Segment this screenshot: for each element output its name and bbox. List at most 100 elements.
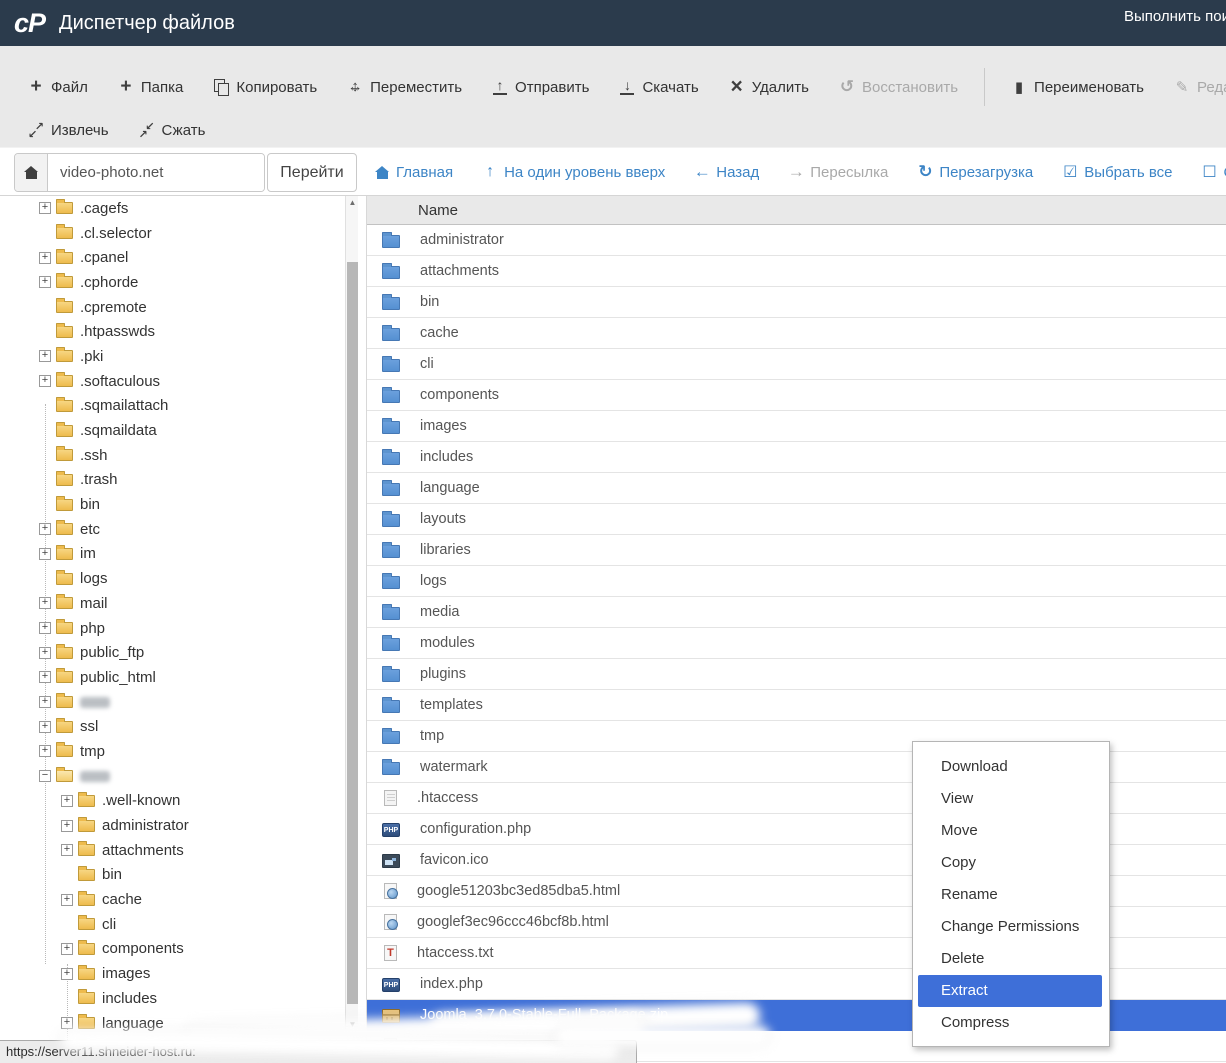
tree-item-mail[interactable]: + mail xyxy=(0,591,345,616)
file-row-bin[interactable]: bin xyxy=(367,287,1226,318)
toolbar-button-сжать[interactable]: Сжать xyxy=(139,122,206,139)
menu-item-extract[interactable]: Extract xyxy=(918,975,1102,1007)
expand-icon[interactable]: + xyxy=(61,820,73,832)
tree-item-.well-known[interactable]: + .well-known xyxy=(0,789,345,814)
expand-icon[interactable]: + xyxy=(39,671,51,683)
tree-item-.cphorde[interactable]: + .cphorde xyxy=(0,270,345,295)
tree-item-redacted-open[interactable]: − xyxy=(0,764,345,789)
tree-item-attachments[interactable]: + attachments xyxy=(0,838,345,863)
toolbar-button-переименовать[interactable]: Переименовать xyxy=(984,68,1144,106)
search-link[interactable]: Выполнить пои xyxy=(1124,8,1226,25)
tree-item-redacted[interactable]: + xyxy=(0,690,345,715)
tree-item-.cl.selector[interactable]: .cl.selector xyxy=(0,221,345,246)
expand-icon[interactable]: + xyxy=(39,647,51,659)
menu-item-download[interactable]: Download xyxy=(913,751,1109,783)
nav-link-с[interactable]: С xyxy=(1202,164,1226,181)
expand-icon[interactable]: + xyxy=(61,1017,73,1029)
file-row-components[interactable]: components xyxy=(367,380,1226,411)
file-row-layouts[interactable]: layouts xyxy=(367,504,1226,535)
menu-item-compress[interactable]: Compress xyxy=(913,1007,1109,1039)
toolbar-button-папка[interactable]: Папка xyxy=(118,79,183,96)
nav-link-пересылка[interactable]: Пересылка xyxy=(788,164,888,181)
toolbar-button-редактиро[interactable]: Редактиро xyxy=(1174,79,1226,96)
tree-item-tmp[interactable]: + tmp xyxy=(0,739,345,764)
file-row-logs[interactable]: logs xyxy=(367,566,1226,597)
tree-item-cache[interactable]: + cache xyxy=(0,887,345,912)
home-path-button[interactable] xyxy=(15,154,48,191)
expand-icon[interactable]: + xyxy=(61,943,73,955)
tree-item-.cpanel[interactable]: + .cpanel xyxy=(0,245,345,270)
tree-item-.trash[interactable]: .trash xyxy=(0,468,345,493)
tree-item-logs[interactable]: logs xyxy=(0,566,345,591)
expand-icon[interactable]: + xyxy=(39,622,51,634)
nav-link-на-один-уровень-вверх[interactable]: На один уровень вверх xyxy=(482,164,665,181)
toolbar-button-восстановить[interactable]: Восстановить xyxy=(839,79,958,96)
expand-icon[interactable]: + xyxy=(39,696,51,708)
file-row-cache[interactable]: cache xyxy=(367,318,1226,349)
nav-link-главная[interactable]: Главная xyxy=(375,164,453,181)
tree-item-etc[interactable]: + etc xyxy=(0,517,345,542)
tree-item-im[interactable]: + im xyxy=(0,542,345,567)
file-row-media[interactable]: media xyxy=(367,597,1226,628)
nav-link-перезагрузка[interactable]: Перезагрузка xyxy=(917,164,1033,181)
go-button[interactable]: Перейти xyxy=(267,153,357,192)
tree-item-.softaculous[interactable]: + .softaculous xyxy=(0,369,345,394)
tree-item-.sqmailattach[interactable]: .sqmailattach xyxy=(0,394,345,419)
tree-item-.htpasswds[interactable]: .htpasswds xyxy=(0,319,345,344)
tree-item-bin[interactable]: bin xyxy=(0,492,345,517)
menu-item-change-permissions[interactable]: Change Permissions xyxy=(913,911,1109,943)
expand-icon[interactable]: + xyxy=(39,375,51,387)
menu-item-move[interactable]: Move xyxy=(913,815,1109,847)
file-row-plugins[interactable]: plugins xyxy=(367,659,1226,690)
file-row-includes[interactable]: includes xyxy=(367,442,1226,473)
tree-item-bin[interactable]: bin xyxy=(0,863,345,888)
tree-item-.ssh[interactable]: .ssh xyxy=(0,443,345,468)
menu-item-delete[interactable]: Delete xyxy=(913,943,1109,975)
tree-item-components[interactable]: + components xyxy=(0,937,345,962)
tree-item-administrator[interactable]: + administrator xyxy=(0,813,345,838)
tree-item-.pki[interactable]: + .pki xyxy=(0,344,345,369)
tree-item-.sqmaildata[interactable]: .sqmaildata xyxy=(0,418,345,443)
menu-item-copy[interactable]: Copy xyxy=(913,847,1109,879)
menu-item-rename[interactable]: Rename xyxy=(913,879,1109,911)
tree-item-cli[interactable]: cli xyxy=(0,912,345,937)
toolbar-button-извлечь[interactable]: Извлечь xyxy=(28,122,109,139)
toolbar-button-удалить[interactable]: Удалить xyxy=(729,79,809,96)
toolbar-button-отправить[interactable]: Отправить xyxy=(492,79,589,96)
file-row-cli[interactable]: cli xyxy=(367,349,1226,380)
tree-item-.cpremote[interactable]: .cpremote xyxy=(0,295,345,320)
file-row-libraries[interactable]: libraries xyxy=(367,535,1226,566)
path-input[interactable] xyxy=(48,154,264,191)
toolbar-button-копировать[interactable]: Копировать xyxy=(213,79,317,96)
tree-item-public-ftp[interactable]: + public_ftp xyxy=(0,640,345,665)
expand-icon[interactable]: + xyxy=(39,721,51,733)
nav-link-выбрать-все[interactable]: Выбрать все xyxy=(1062,164,1172,181)
tree-item-images[interactable]: + images xyxy=(0,961,345,986)
expand-icon[interactable]: + xyxy=(61,795,73,807)
expand-icon[interactable]: + xyxy=(39,276,51,288)
expand-icon[interactable]: + xyxy=(39,350,51,362)
expand-icon[interactable]: + xyxy=(39,548,51,560)
file-row-language[interactable]: language xyxy=(367,473,1226,504)
tree-item-php[interactable]: + php xyxy=(0,616,345,641)
tree-item-includes[interactable]: includes xyxy=(0,986,345,1011)
scroll-up-icon[interactable]: ▲ xyxy=(346,196,359,210)
tree-item-.cagefs[interactable]: + .cagefs xyxy=(0,196,345,221)
nav-link-назад[interactable]: Назад xyxy=(694,164,759,181)
expand-icon[interactable]: + xyxy=(39,202,51,214)
expand-icon[interactable]: + xyxy=(39,252,51,264)
file-list-header[interactable]: Name xyxy=(367,196,1226,225)
file-row-administrator[interactable]: administrator xyxy=(367,225,1226,256)
tree-scrollbar[interactable]: ▲ ▼ xyxy=(345,196,358,1036)
toolbar-button-переместить[interactable]: Переместить xyxy=(347,79,462,96)
file-row-attachments[interactable]: attachments xyxy=(367,256,1226,287)
file-row-templates[interactable]: templates xyxy=(367,690,1226,721)
expand-icon[interactable]: + xyxy=(39,597,51,609)
collapse-icon[interactable]: − xyxy=(39,770,51,782)
file-row-images[interactable]: images xyxy=(367,411,1226,442)
expand-icon[interactable]: + xyxy=(61,844,73,856)
expand-icon[interactable]: + xyxy=(61,894,73,906)
tree-item-public-html[interactable]: + public_html xyxy=(0,665,345,690)
toolbar-button-скачать[interactable]: Скачать xyxy=(619,79,698,96)
expand-icon[interactable]: + xyxy=(39,523,51,535)
